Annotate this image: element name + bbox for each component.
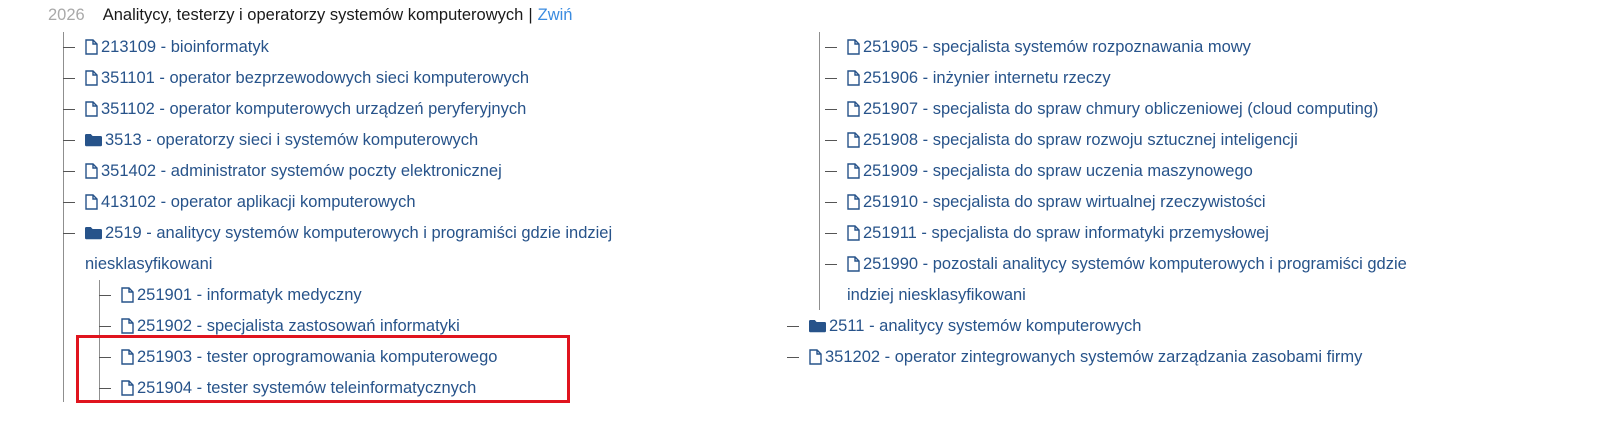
tree-branch-dash (63, 77, 75, 79)
tree-branch-dash (63, 46, 75, 48)
tree-file-item[interactable]: 213109 - bioinformatyk (63, 32, 269, 62)
tree-item-label: 213109 - bioinformatyk (101, 37, 269, 56)
tree-folder-item[interactable]: 2511 - analitycy systemów komputerowych (787, 311, 1141, 341)
highlight-box (76, 335, 570, 403)
tree-file-item[interactable]: 251910 - specjalista do spraw wirtualnej… (825, 187, 1266, 217)
tree-file-item[interactable]: 251909 - specjalista do spraw uczenia ma… (825, 156, 1253, 186)
tree-item-label: 251908 - specjalista do spraw rozwoju sz… (863, 130, 1298, 149)
section-title: Analitycy, testerzy i operatorzy systemó… (102, 5, 524, 24)
tree-item-label: 251906 - inżynier internetu rzeczy (863, 68, 1111, 87)
tree-branch-dash (825, 139, 837, 141)
tree-item-label: 3513 - operatorzy sieci i systemów kompu… (105, 130, 479, 149)
tree-branch-dash (99, 325, 111, 327)
tree-item-label: 351101 - operator bezprzewodowych sieci … (101, 68, 530, 87)
section-header: 2026 Analitycy, testerzy i operatorzy sy… (48, 2, 572, 28)
tree-item-label: 2519 - analitycy systemów komputerowych … (105, 223, 613, 242)
tree-branch-dash (825, 201, 837, 203)
file-icon (85, 70, 98, 86)
file-icon (847, 163, 860, 179)
file-icon (847, 101, 860, 117)
tree-item-label: 251909 - specjalista do spraw uczenia ma… (863, 161, 1253, 180)
tree-file-item[interactable]: 251908 - specjalista do spraw rozwoju sz… (825, 125, 1298, 155)
tree-item-label-continued[interactable]: indziej niesklasyfikowani (847, 280, 1026, 310)
tree-folder-item[interactable]: 2519 - analitycy systemów komputerowych … (63, 218, 612, 248)
tree-branch-dash (825, 46, 837, 48)
tree-item-label: 251902 - specjalista zastosowań informat… (137, 316, 460, 335)
tree-item-label: 351102 - operator komputerowych urządzeń… (101, 99, 527, 118)
tree-file-item[interactable]: 351202 - operator zintegrowanych systemó… (787, 342, 1362, 372)
tree-item-label: 413102 - operator aplikacji komputerowyc… (101, 192, 416, 211)
folder-icon (85, 226, 102, 240)
tree-item-label: 251910 - specjalista do spraw wirtualnej… (863, 192, 1266, 211)
file-icon (847, 39, 860, 55)
file-icon (847, 225, 860, 241)
folder-icon (85, 133, 102, 147)
tree-item-label: 251990 - pozostali analitycy systemów ko… (863, 254, 1407, 273)
tree-branch-dash (825, 170, 837, 172)
tree-item-label: 2511 - analitycy systemów komputerowych (829, 316, 1142, 335)
tree-branch-dash (825, 77, 837, 79)
tree-item-label: 251905 - specjalista systemów rozpoznawa… (863, 37, 1251, 56)
file-icon (809, 349, 822, 365)
tree-branch-dash (63, 170, 75, 172)
tree-branch-dash (63, 139, 75, 141)
tree-item-label: 251907 - specjalista do spraw chmury obl… (863, 99, 1379, 118)
tree-file-item[interactable]: 351102 - operator komputerowych urządzeń… (63, 94, 526, 124)
tree-branch-dash (63, 201, 75, 203)
file-icon (121, 287, 134, 303)
tree-item-label: 251911 - specjalista do spraw informatyk… (863, 223, 1269, 242)
file-icon (85, 194, 98, 210)
file-icon (847, 132, 860, 148)
file-icon (85, 39, 98, 55)
tree-branch-dash (825, 108, 837, 110)
tree-branch-dash (825, 263, 837, 265)
tree-folder-item[interactable]: 3513 - operatorzy sieci i systemów kompu… (63, 125, 478, 155)
tree-file-item[interactable]: 251905 - specjalista systemów rozpoznawa… (825, 32, 1251, 62)
file-icon (85, 101, 98, 117)
tree-file-item[interactable]: 413102 - operator aplikacji komputerowyc… (63, 187, 416, 217)
header-separator: | (528, 5, 533, 24)
tree-item-label: 251901 - informatyk medyczny (137, 285, 362, 304)
tree-item-label: 351402 - administrator systemów poczty e… (101, 161, 502, 180)
tree-branch-dash (99, 294, 111, 296)
tree-branch-dash (787, 325, 799, 327)
tree-file-item[interactable]: 351402 - administrator systemów poczty e… (63, 156, 502, 186)
file-icon (847, 194, 860, 210)
tree-item-label: 351202 - operator zintegrowanych systemó… (825, 347, 1363, 366)
collapse-link[interactable]: Zwiń (538, 6, 573, 25)
tree-file-item[interactable]: 251911 - specjalista do spraw informatyk… (825, 218, 1269, 248)
tree-branch-dash (825, 232, 837, 234)
file-icon (85, 163, 98, 179)
tree-file-item[interactable]: 251906 - inżynier internetu rzeczy (825, 63, 1111, 93)
tree-item-label-continued[interactable]: niesklasyfikowani (85, 249, 212, 279)
tree-branch-dash (63, 108, 75, 110)
section-code: 2026 (48, 5, 85, 24)
tree-branch-dash (787, 356, 799, 358)
folder-icon (809, 319, 826, 333)
file-icon (847, 70, 860, 86)
tree-file-item[interactable]: 251990 - pozostali analitycy systemów ko… (825, 249, 1407, 279)
tree-line-group-2519-cont (819, 32, 820, 310)
file-icon (847, 256, 860, 272)
tree-branch-dash (63, 232, 75, 234)
tree-file-item[interactable]: 251901 - informatyk medyczny (99, 280, 362, 310)
tree-file-item[interactable]: 351101 - operator bezprzewodowych sieci … (63, 63, 529, 93)
file-icon (121, 318, 134, 334)
tree-file-item[interactable]: 251907 - specjalista do spraw chmury obl… (825, 94, 1378, 124)
